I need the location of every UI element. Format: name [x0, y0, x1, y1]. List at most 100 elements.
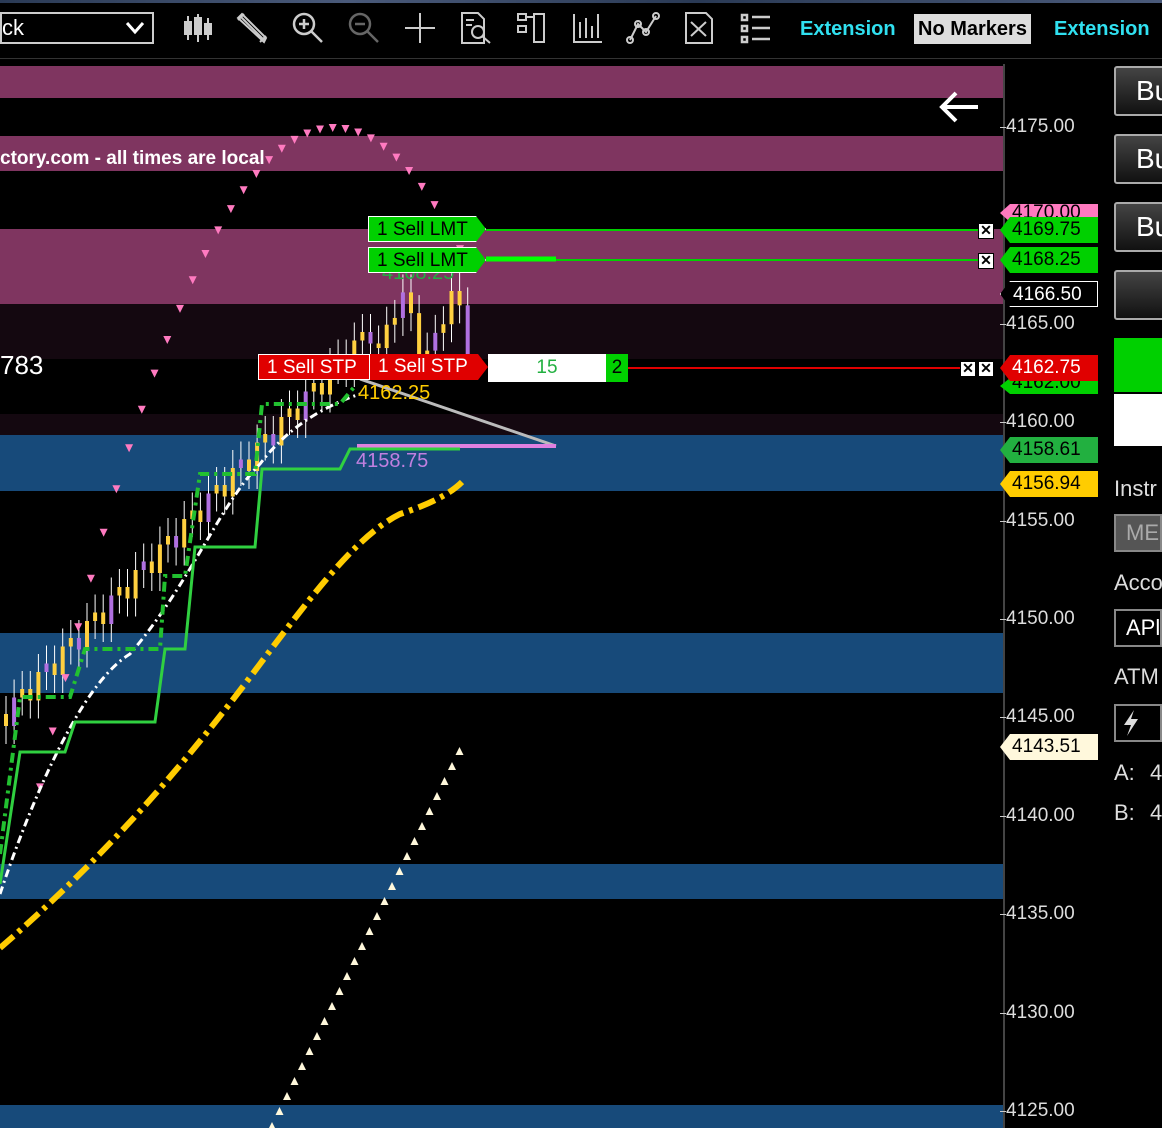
- zoom-out-icon[interactable]: [346, 10, 382, 46]
- axis-tick: 4125.00: [1000, 1100, 1075, 1121]
- cancel-order-icon[interactable]: ✕: [978, 223, 994, 239]
- buy-bid-button[interactable]: Bu: [1114, 202, 1162, 252]
- candle-body: [44, 663, 49, 672]
- chart-toolbar: ck Extension No Markers Extension: [0, 0, 1162, 59]
- buy-market-button[interactable]: Bu: [1114, 66, 1162, 116]
- candle-body: [392, 317, 397, 325]
- sell-limit-order-2[interactable]: 1 Sell LMT: [368, 247, 486, 273]
- axis-tick: 4145.00: [1000, 706, 1075, 727]
- bid-label: B:: [1114, 800, 1135, 825]
- bid-value: 4: [1150, 800, 1162, 825]
- cream-triangle: [350, 957, 359, 965]
- extension-button-2[interactable]: Extension: [1050, 14, 1154, 44]
- candle-body: [12, 697, 17, 726]
- price-label-limit-2: 4168.25: [1000, 247, 1098, 273]
- candle-body: [198, 510, 203, 522]
- candle-body: [109, 595, 114, 624]
- buy-ask-button[interactable]: Bu: [1114, 134, 1162, 184]
- axis-tick: 4140.00: [1000, 805, 1075, 826]
- candle-body: [222, 485, 227, 497]
- order-count-box[interactable]: 2: [606, 354, 628, 382]
- order-quantity-box[interactable]: 15: [488, 354, 606, 382]
- ask-label: A:: [1114, 760, 1135, 785]
- order-label: 1 Sell STP: [378, 356, 468, 377]
- cream-triangle: [440, 777, 449, 785]
- action-button[interactable]: [1114, 270, 1162, 320]
- extension-button-1[interactable]: Extension: [796, 14, 900, 44]
- candle-body: [149, 561, 154, 573]
- price-chart[interactable]: ctory.com - all times are local 783 4168…: [0, 64, 1003, 1128]
- cream-triangle: [298, 1062, 306, 1070]
- cancel-order-icon[interactable]: ✕: [978, 253, 994, 269]
- sell-limit-order-1[interactable]: 1 Sell LMT: [368, 216, 486, 242]
- candle-body: [279, 417, 284, 446]
- cream-triangle: [343, 972, 351, 980]
- pink-triangle: [417, 182, 426, 191]
- candle-body: [85, 621, 89, 650]
- axis-tick: 4175.00: [1000, 116, 1075, 137]
- candle-body: [271, 434, 276, 446]
- price-label-cream: 4143.51: [1000, 734, 1098, 760]
- cream-triangle: [365, 927, 374, 935]
- pink-triangle: [252, 169, 261, 178]
- candle-body: [157, 544, 162, 573]
- candle-body: [441, 324, 446, 333]
- pink-triangle: [354, 128, 363, 137]
- instrument-field[interactable]: ME: [1114, 514, 1162, 552]
- properties-icon[interactable]: [514, 10, 550, 46]
- candle-body: [368, 332, 373, 344]
- support-zone: [0, 864, 1003, 899]
- pink-triangle: [99, 528, 108, 537]
- price-label-green: 4158.61: [1000, 437, 1098, 463]
- zoom-in-icon[interactable]: [290, 10, 326, 46]
- account-field[interactable]: APl: [1114, 609, 1162, 647]
- sell-stop-order-2[interactable]: 1 Sell STP: [370, 354, 488, 380]
- pink-triangle: [239, 186, 248, 195]
- crosshair-icon[interactable]: [402, 10, 438, 46]
- pink-triangle: [86, 574, 95, 583]
- chevron-down-icon: [124, 16, 146, 46]
- cream-triangle: [410, 837, 419, 845]
- strategies-icon[interactable]: [570, 10, 606, 46]
- candle-body: [417, 313, 422, 362]
- candle-body: [206, 493, 211, 522]
- candle-body: [133, 570, 138, 599]
- candle-body: [166, 536, 170, 545]
- candle-body: [117, 587, 122, 596]
- indicators-icon[interactable]: [626, 10, 662, 46]
- order-label: 1 Sell LMT: [377, 250, 468, 271]
- price-label-limit-1: 4169.75: [1000, 217, 1098, 243]
- cancel-order-icon[interactable]: ✕: [960, 361, 976, 377]
- cream-triangle: [335, 987, 344, 995]
- cream-triangle: [328, 1002, 336, 1010]
- axis-tick: 4150.00: [1000, 608, 1075, 629]
- candle-body: [465, 305, 470, 355]
- axis-tick: 4165.00: [1000, 313, 1075, 334]
- support-zone: [0, 633, 1003, 693]
- chart-trader-icon[interactable]: [682, 10, 718, 46]
- overlay-price-yellow: 4162.25: [358, 382, 431, 404]
- account-label: Acco: [1114, 570, 1162, 595]
- pink-triangle: [48, 727, 57, 736]
- axis-tick: 4155.00: [1000, 510, 1075, 531]
- cream-triangle: [373, 912, 381, 920]
- candle-body: [400, 292, 405, 318]
- cream-triangle: [433, 792, 441, 800]
- candle-body: [247, 459, 251, 471]
- bar-type-icon[interactable]: [180, 10, 216, 46]
- atm-strategy-field[interactable]: [1114, 704, 1162, 742]
- candle-body: [214, 485, 219, 494]
- cream-triangle: [425, 807, 434, 815]
- resistance-zone: [0, 229, 1003, 304]
- sell-stop-order-1[interactable]: 1 Sell STP: [258, 354, 370, 380]
- candle-body: [409, 292, 413, 314]
- candle-body: [238, 459, 243, 468]
- cancel-order-icon[interactable]: ✕: [978, 361, 994, 377]
- list-icon[interactable]: [738, 10, 774, 46]
- cream-triangle: [403, 852, 411, 860]
- data-box-icon[interactable]: [458, 10, 494, 46]
- candle-body: [4, 714, 8, 726]
- no-markers-button[interactable]: No Markers: [914, 14, 1031, 44]
- pencil-icon[interactable]: [234, 10, 270, 46]
- instrument-selector[interactable]: ck: [0, 12, 154, 44]
